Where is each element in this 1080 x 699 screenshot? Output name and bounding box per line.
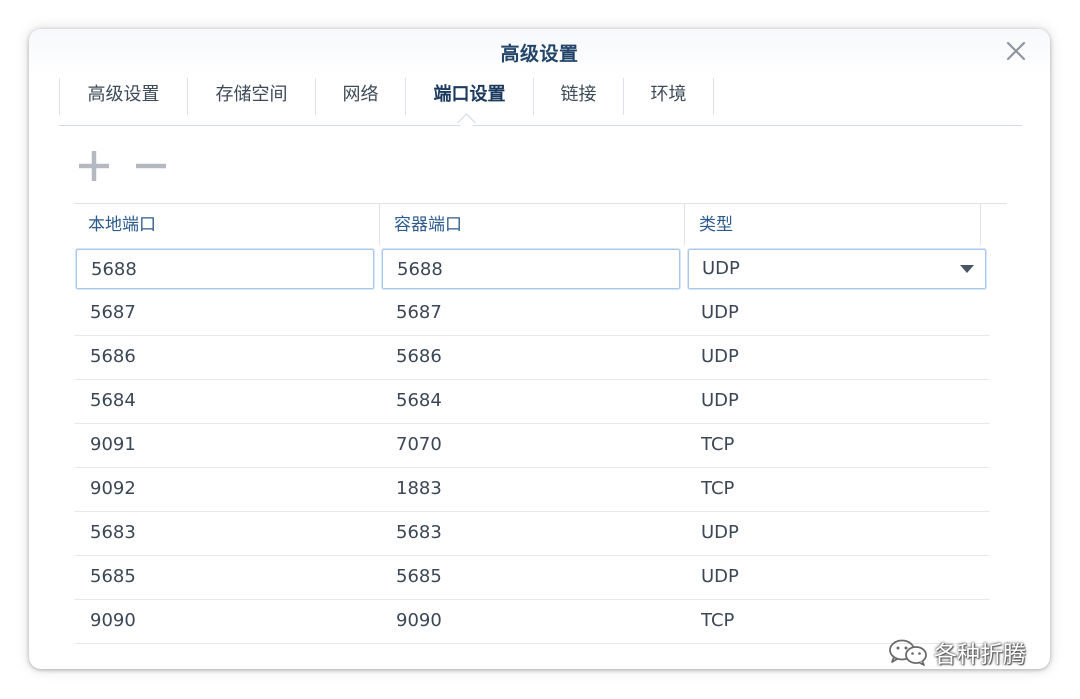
container-port-cell: 9090 [396, 610, 442, 631]
remove-port-button[interactable] [134, 149, 168, 183]
local-port-cell: 9091 [90, 434, 136, 455]
type-select-value: UDP [702, 258, 740, 279]
wechat-icon [889, 639, 927, 666]
type-cell: TCP [701, 610, 735, 631]
container-port-cell: 5684 [396, 390, 442, 411]
local-port-cell: 5683 [90, 522, 136, 543]
type-cell: UDP [701, 302, 739, 323]
plus-icon [79, 151, 109, 181]
tab-network[interactable]: 网络 [316, 76, 405, 115]
title-bar: 高级设置 [29, 29, 1050, 75]
tab-storage[interactable]: 存储空间 [188, 76, 315, 115]
watermark: 各种折腾 [887, 636, 1026, 668]
type-cell: UDP [701, 390, 739, 411]
tab-divider [713, 78, 714, 115]
local-port-cell: 5684 [90, 390, 136, 411]
advanced-settings-dialog: 高级设置 高级设置 存储空间 网络 端口设置 链接 环境 本地端口 容器端口 类… [29, 29, 1050, 669]
container-port-cell: 7070 [396, 434, 442, 455]
local-port-cell: 9092 [90, 478, 136, 499]
tab-port-settings[interactable]: 端口设置 [406, 76, 533, 115]
table-row[interactable]: 5686 5686 UDP [74, 335, 990, 380]
type-cell: TCP [701, 478, 735, 499]
table-row-editing: UDP [74, 247, 990, 291]
local-port-input[interactable] [76, 249, 374, 289]
table-row[interactable]: 5687 5687 UDP [74, 291, 990, 336]
add-port-button[interactable] [77, 149, 111, 183]
column-header-type[interactable]: 类型 [685, 204, 981, 246]
minus-icon [136, 163, 166, 169]
table-row[interactable]: 5684 5684 UDP [74, 379, 990, 424]
container-port-cell: 5683 [396, 522, 442, 543]
watermark-text: 各种折腾 [934, 642, 1026, 668]
column-header-local-port[interactable]: 本地端口 [74, 204, 380, 246]
type-cell: UDP [701, 566, 739, 587]
dialog-title: 高级设置 [500, 43, 579, 65]
table-row[interactable]: 5685 5685 UDP [74, 555, 990, 600]
type-cell: TCP [701, 434, 735, 455]
tab-bar: 高级设置 存储空间 网络 端口设置 链接 环境 [59, 76, 1022, 132]
container-port-cell: 1883 [396, 478, 442, 499]
local-port-cell: 5687 [90, 302, 136, 323]
local-port-cell: 5686 [90, 346, 136, 367]
table-row[interactable]: 9091 7070 TCP [74, 423, 990, 468]
container-port-cell: 5687 [396, 302, 442, 323]
tab-environment[interactable]: 环境 [624, 76, 713, 115]
type-cell: UDP [701, 522, 739, 543]
table-row[interactable]: 5683 5683 UDP [74, 511, 990, 556]
type-cell: UDP [701, 346, 739, 367]
tab-advanced-settings[interactable]: 高级设置 [60, 76, 187, 115]
chevron-down-icon[interactable] [959, 264, 975, 274]
table-row[interactable]: 9092 1883 TCP [74, 467, 990, 512]
tab-links[interactable]: 链接 [534, 76, 623, 115]
local-port-cell: 9090 [90, 610, 136, 631]
close-icon [1006, 41, 1026, 61]
table-header: 本地端口 容器端口 类型 [74, 203, 1007, 246]
active-tab-indicator [457, 113, 476, 132]
type-select[interactable]: UDP [688, 249, 986, 289]
container-port-cell: 5686 [396, 346, 442, 367]
local-port-cell: 5685 [90, 566, 136, 587]
container-port-cell: 5685 [396, 566, 442, 587]
close-button[interactable] [1003, 38, 1029, 64]
table-row[interactable]: 9090 9090 TCP [74, 599, 990, 644]
container-port-input[interactable] [382, 249, 680, 289]
column-header-container-port[interactable]: 容器端口 [380, 204, 685, 246]
